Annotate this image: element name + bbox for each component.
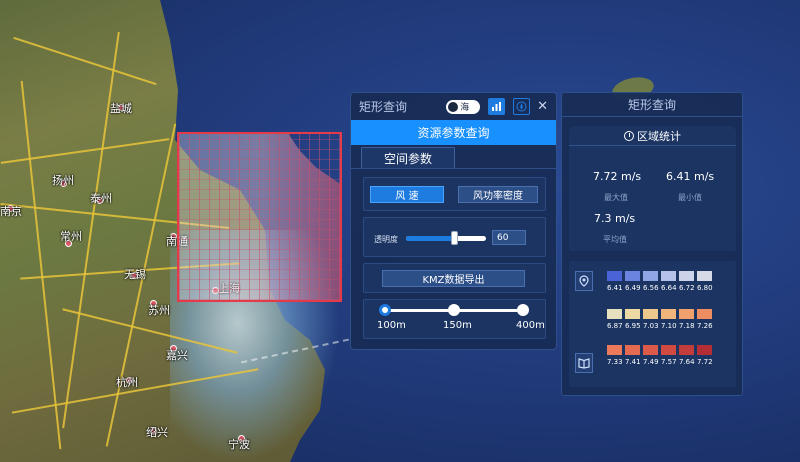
city-label-yancheng: 盐城 (110, 102, 132, 115)
parameter-section: 风 速 风功率密度 (363, 177, 546, 211)
color-legend-card: 6.41 6.49 6.56 6.64 6.72 6.80 6.87 6.95 7.03 7.10… (569, 261, 736, 387)
region-stats-label: 区域统计 (637, 129, 681, 143)
city-label-jiaxing: 嘉兴 (166, 349, 188, 362)
city-label-suzhou: 苏州 (148, 304, 170, 317)
resolution-stop-150m[interactable] (448, 304, 460, 316)
resolution-section: 100m 150m 400m (363, 299, 546, 339)
map-layer-button[interactable] (575, 271, 593, 291)
legend-swatch (607, 345, 622, 355)
city-label-shaoxing: 绍兴 (146, 426, 168, 439)
legend-swatch (697, 309, 712, 319)
selection-grid (179, 134, 340, 300)
panel-header: 矩形查询 海 ✕ (351, 93, 556, 120)
stat-panel-title: 矩形查询 (562, 93, 742, 117)
legend-value-label: 6.95 (625, 322, 641, 330)
legend-value-label: 7.72 (697, 358, 713, 366)
opacity-slider[interactable] (406, 231, 486, 245)
legend-value-label: 6.56 (643, 284, 659, 292)
legend-value-label: 6.41 (607, 284, 623, 292)
region-stats-card: 区域统计 7.72 m/s 最大值 6.41 m/s 最小值 7.3 m/s 平… (569, 126, 736, 251)
legend-value-label: 7.33 (607, 358, 623, 366)
map-pin-icon (579, 275, 589, 287)
city-label-hangzhou: 杭州 (116, 376, 138, 389)
city-label-ningbo: 宁波 (228, 438, 250, 451)
max-value: 7.72 m/s (593, 170, 642, 183)
resource-query-bar: 资源参数查询 (351, 120, 556, 145)
legend-value-label: 7.49 (643, 358, 659, 366)
bar-chart-icon[interactable] (488, 98, 506, 115)
city-label-changzhou: 常州 (60, 230, 82, 243)
legend-swatch (679, 309, 694, 319)
legend-value-label: 6.49 (625, 284, 641, 292)
book-icon (578, 358, 590, 369)
tab-row: 空间参数 (351, 145, 556, 169)
min-value: 6.41 m/s (666, 170, 715, 183)
legend-swatch (697, 345, 712, 355)
opacity-section: 透明度 60 (363, 217, 546, 257)
legend-swatch (643, 345, 658, 355)
rectangle-selection[interactable] (177, 132, 342, 302)
resolution-stop-400m[interactable] (517, 304, 529, 316)
resolution-label-150m: 150m (443, 320, 472, 331)
compass-icon[interactable] (513, 98, 531, 115)
region-stats-title: 区域统计 (569, 130, 736, 146)
legend-swatch (607, 309, 622, 319)
legend-value-label: 7.26 (697, 322, 713, 330)
legend-swatch (697, 271, 712, 281)
opacity-slider-fill (406, 236, 454, 241)
opacity-slider-handle[interactable] (451, 231, 458, 245)
avg-value: 7.3 m/s (594, 212, 636, 225)
legend-value-label: 7.03 (643, 322, 659, 330)
legend-value-label: 6.87 (607, 322, 623, 330)
kmz-export-button[interactable]: KMZ数据导出 (382, 270, 525, 287)
rectangle-query-panel: 矩形查询 海 ✕ 资源参数查询 空间参数 风 速 风功率密度 透明度 60 KM… (350, 92, 557, 350)
legend-swatch (661, 271, 676, 281)
city-label-wuxi: 无锡 (124, 268, 146, 281)
power-density-button[interactable]: 风功率密度 (458, 186, 538, 203)
close-icon[interactable]: ✕ (537, 99, 548, 114)
legend-swatch (625, 345, 640, 355)
legend-value-label: 6.64 (661, 284, 677, 292)
legend-swatch (643, 271, 658, 281)
book-button[interactable] (575, 353, 593, 373)
legend-swatch (679, 271, 694, 281)
legend-value-label: 7.64 (679, 358, 695, 366)
resolution-stop-100m[interactable] (379, 304, 391, 316)
max-caption: 最大值 (604, 193, 628, 202)
legend-value-label: 7.41 (625, 358, 641, 366)
tab-spatial-params[interactable]: 空间参数 (361, 147, 455, 168)
legend-value-label: 7.18 (679, 322, 695, 330)
toggle-knob (448, 101, 459, 112)
min-caption: 最小值 (678, 193, 702, 202)
city-label-yangzhou: 扬州 (52, 174, 74, 187)
wind-speed-button[interactable]: 风 速 (370, 186, 444, 203)
legend-swatch (679, 345, 694, 355)
legend-swatch (625, 309, 640, 319)
sea-toggle[interactable]: 海 (446, 99, 481, 114)
legend-swatch (661, 345, 676, 355)
toggle-label: 海 (460, 103, 470, 113)
legend-swatch (643, 309, 658, 319)
resolution-label-400m: 400m (516, 320, 545, 331)
statistics-panel: 矩形查询 区域统计 7.72 m/s 最大值 6.41 m/s 最小值 7.3 … (561, 92, 743, 396)
city-label-taizhou: 泰州 (90, 192, 112, 205)
legend-swatch (625, 271, 640, 281)
legend-swatch (607, 271, 622, 281)
export-section: KMZ数据导出 (363, 263, 546, 293)
legend-value-label: 7.10 (661, 322, 677, 330)
panel-title: 矩形查询 (359, 100, 408, 114)
legend-value-label: 7.57 (661, 358, 677, 366)
legend-swatch (661, 309, 676, 319)
resolution-label-100m: 100m (377, 320, 406, 331)
city-label-nanjing: 南京 (0, 205, 22, 218)
legend-value-label: 6.80 (697, 284, 713, 292)
opacity-value-input[interactable]: 60 (492, 230, 526, 245)
legend-value-label: 6.72 (679, 284, 695, 292)
opacity-label: 透明度 (374, 235, 398, 244)
avg-caption: 平均值 (603, 235, 627, 244)
clock-icon (624, 130, 634, 141)
